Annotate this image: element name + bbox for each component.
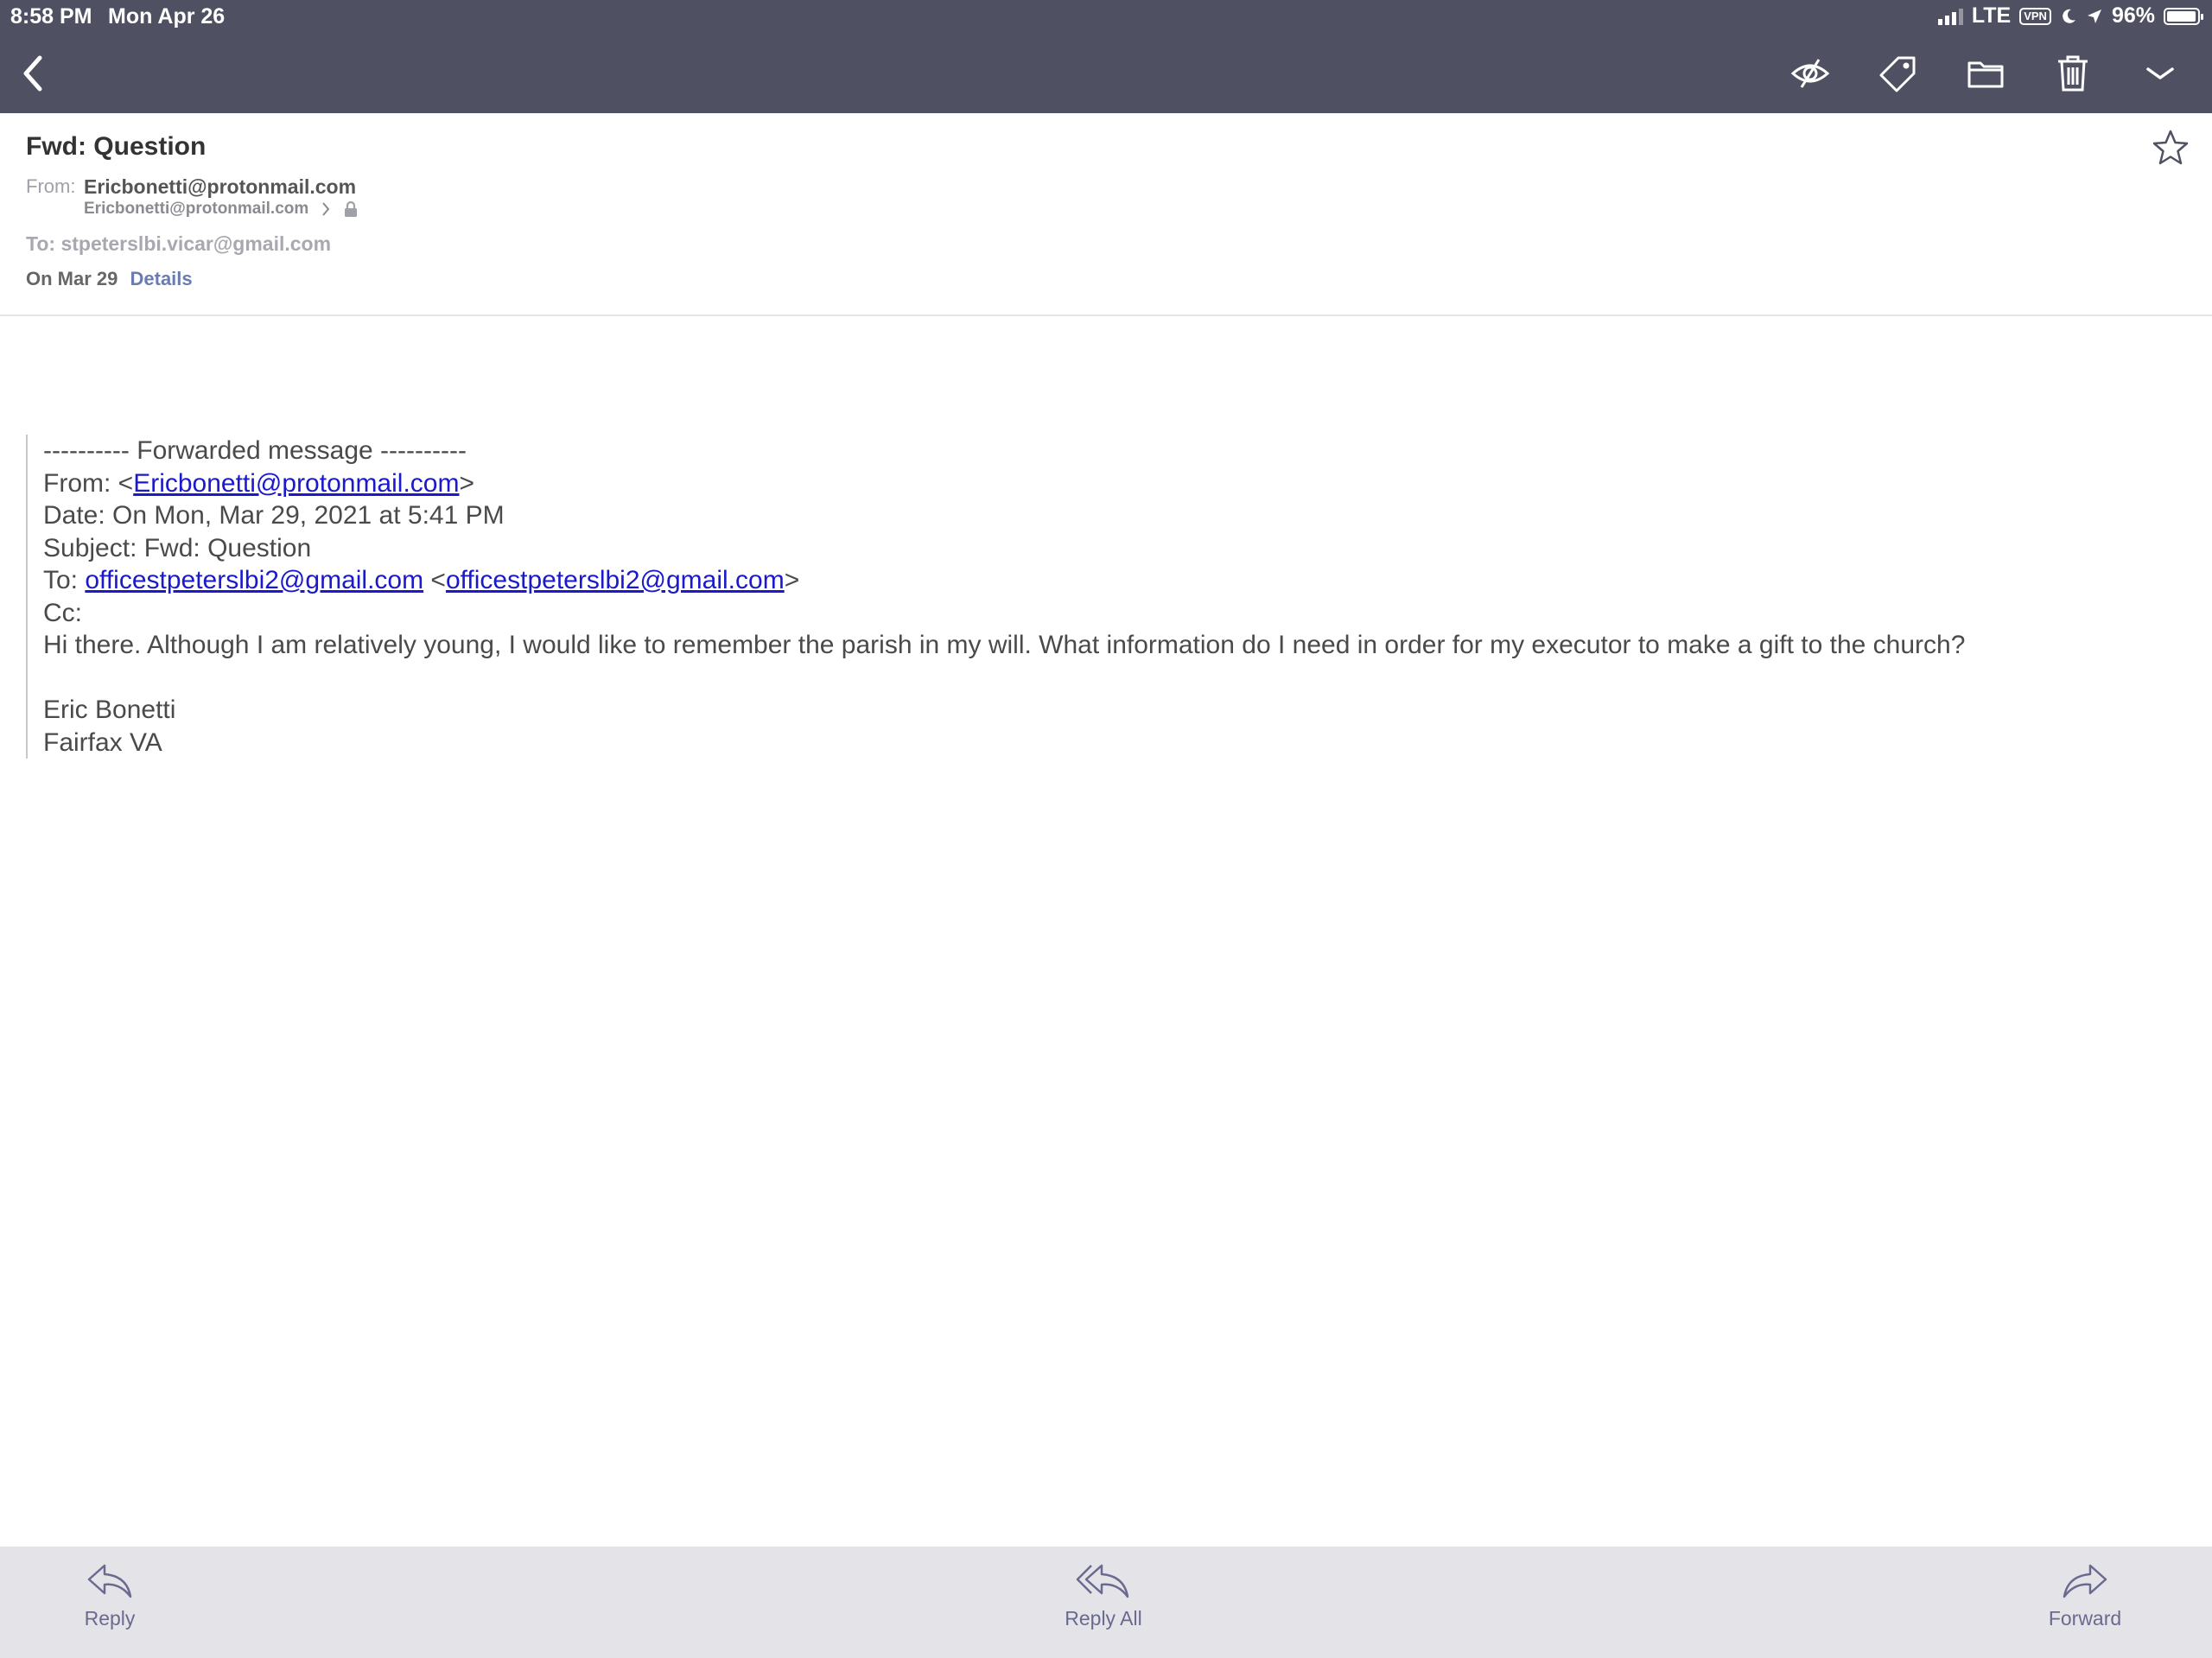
star-button[interactable] xyxy=(2152,129,2190,171)
reply-icon xyxy=(87,1564,132,1598)
forward-icon xyxy=(2063,1564,2107,1598)
label-button[interactable] xyxy=(1872,48,1924,99)
chevron-right-icon xyxy=(322,202,330,216)
message-header: Fwd: Question From: Ericbonetti@protonma… xyxy=(0,113,2212,316)
reply-label: Reply xyxy=(84,1607,136,1629)
to-prefix: To: xyxy=(43,566,86,594)
message-body: ---------- Forwarded message ---------- … xyxy=(26,435,1965,759)
status-bar: 8:58 PM Mon Apr 26 LTE VPN 96% xyxy=(0,0,2212,35)
vpn-badge: VPN xyxy=(2019,7,2051,25)
forwarded-from-line: From: <Ericbonetti@protonmail.com> xyxy=(43,467,1965,500)
status-date: Mon Apr 26 xyxy=(108,4,226,29)
top-bar: 8:58 PM Mon Apr 26 LTE VPN 96% xyxy=(0,0,2212,113)
forwarded-subject-line: Subject: Fwd: Question xyxy=(43,533,312,562)
from-label: From: xyxy=(26,175,76,197)
tag-icon xyxy=(1879,56,1916,92)
sender-address: Ericbonetti@protonmail.com xyxy=(84,200,309,218)
details-link[interactable]: Details xyxy=(130,268,193,289)
more-options-button[interactable] xyxy=(2134,48,2186,99)
signature-location: Fairfax VA xyxy=(43,727,162,757)
to-email-link-2[interactable]: officestpeterslbi2@gmail.com xyxy=(446,566,785,594)
sender-name[interactable]: Ericbonetti@protonmail.com xyxy=(84,175,356,199)
message-subject: Fwd: Question xyxy=(26,132,207,161)
mark-unread-button[interactable] xyxy=(1784,48,1836,99)
bottom-action-bar: Reply Reply All Forward xyxy=(0,1547,2212,1658)
back-button[interactable] xyxy=(7,48,59,99)
lock-icon xyxy=(345,200,358,217)
reply-all-icon xyxy=(1076,1564,1129,1598)
folder-icon xyxy=(1967,61,2004,88)
to-mid: < xyxy=(423,566,446,594)
location-arrow-icon xyxy=(2087,9,2101,23)
from-suffix: > xyxy=(459,468,474,498)
message-text: Hi there. Although I am relatively young… xyxy=(43,631,1966,659)
status-time: 8:58 PM xyxy=(10,4,92,29)
chevron-down-icon xyxy=(2146,67,2174,79)
to-suffix: > xyxy=(784,566,800,594)
from-email-link[interactable]: Ericbonetti@protonmail.com xyxy=(133,469,459,498)
forwarded-to-line: To: officestpeterslbi2@gmail.com <office… xyxy=(43,564,1965,597)
forwarded-date-line: Date: On Mon, Mar 29, 2021 at 5:41 PM xyxy=(43,501,505,530)
forward-label: Forward xyxy=(2048,1607,2122,1629)
chevron-left-icon xyxy=(23,55,42,92)
eye-slash-icon xyxy=(1790,59,1830,88)
recipient-line[interactable]: To: stpeterslbi.vicar@gmail.com xyxy=(26,232,331,256)
battery-icon xyxy=(2164,7,2203,25)
sender-address-row[interactable]: Ericbonetti@protonmail.com xyxy=(84,200,359,219)
reply-button[interactable]: Reply xyxy=(41,1560,179,1630)
forward-header: ---------- Forwarded message ---------- xyxy=(43,436,467,465)
moon-icon xyxy=(2063,9,2075,23)
reply-all-label: Reply All xyxy=(1065,1607,1142,1629)
battery-percent: 96% xyxy=(2111,3,2155,28)
to-email-link[interactable]: officestpeterslbi2@gmail.com xyxy=(85,566,423,594)
signal-icon xyxy=(1937,8,1963,25)
forward-button[interactable]: Forward xyxy=(2016,1560,2154,1630)
network-label: LTE xyxy=(1971,3,2012,28)
signature-name: Eric Bonetti xyxy=(43,696,176,724)
trash-icon xyxy=(2058,55,2088,92)
forwarded-cc-line: Cc: xyxy=(43,598,82,627)
status-indicators: LTE VPN 96% xyxy=(1937,3,2203,29)
message-date-row: On Mar 29 Details xyxy=(26,268,193,290)
message-date: On Mar 29 xyxy=(26,268,118,289)
from-prefix: From: < xyxy=(43,468,134,498)
star-icon xyxy=(2152,130,2189,165)
delete-button[interactable] xyxy=(2047,48,2099,99)
reply-all-button[interactable]: Reply All xyxy=(1034,1560,1173,1630)
move-to-folder-button[interactable] xyxy=(1960,48,2012,99)
